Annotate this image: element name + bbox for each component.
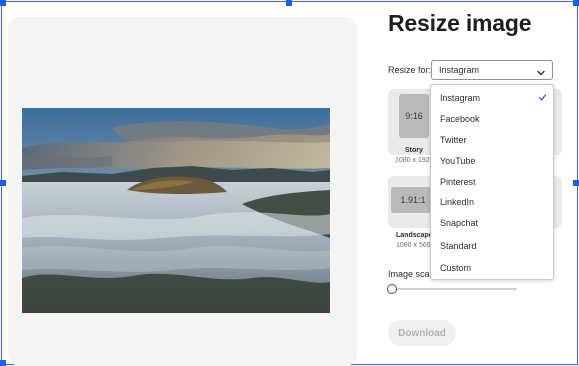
preset-thumb-landscape: 1.91:1	[391, 187, 435, 213]
preset-dims: 1080 x 1920	[395, 157, 434, 164]
image-scale-slider-track[interactable]	[397, 288, 517, 290]
resize-handle-bottom-left[interactable]	[0, 360, 6, 366]
menu-item-label: YouTube	[440, 156, 476, 166]
menu-item-facebook[interactable]: Facebook	[431, 110, 553, 128]
menu-item-label: Snapchat	[440, 218, 479, 228]
menu-item-snapchat[interactable]: Snapchat	[431, 214, 553, 232]
menu-item-standard[interactable]: Standard	[431, 237, 553, 255]
chevron-down-icon	[536, 65, 546, 83]
preview-image	[22, 108, 330, 313]
resize-handle-right[interactable]	[573, 180, 579, 186]
resize-for-label: Resize for:	[388, 65, 432, 75]
panel-title: Resize image	[388, 10, 532, 36]
menu-item-label: Standard	[440, 241, 477, 251]
menu-item-pinterest[interactable]: Pinterest	[431, 173, 553, 191]
menu-item-label: LinkedIn	[440, 197, 475, 207]
resize-handle-top-left[interactable]	[0, 0, 6, 6]
menu-item-label: Facebook	[440, 114, 480, 124]
menu-item-label: Custom	[440, 263, 472, 273]
menu-item-custom[interactable]: Custom	[431, 259, 553, 277]
menu-item-label: Twitter	[440, 135, 467, 145]
checkmark-icon	[538, 93, 547, 104]
menu-item-label: Instagram	[440, 93, 481, 103]
preset-label: Story	[405, 147, 423, 154]
resize-for-select[interactable]: Instagram	[431, 60, 553, 80]
menu-item-youtube[interactable]: YouTube	[431, 152, 553, 170]
resize-for-dropdown-menu: Instagram Facebook Twitter YouTube Pinte…	[430, 84, 554, 280]
preset-ratio: 9:16	[405, 111, 423, 121]
resize-handle-top[interactable]	[286, 0, 292, 6]
menu-item-linkedin[interactable]: LinkedIn	[431, 193, 553, 211]
download-button[interactable]: Download	[388, 320, 456, 346]
resize-for-value: Instagram	[439, 65, 480, 75]
menu-item-label: Pinterest	[440, 177, 476, 187]
menu-item-instagram[interactable]: Instagram	[431, 89, 553, 107]
image-scale-slider-thumb[interactable]	[387, 284, 397, 294]
preset-ratio: 1.91:1	[400, 195, 426, 205]
preset-label: Landscape	[396, 232, 433, 239]
menu-item-twitter[interactable]: Twitter	[431, 131, 553, 149]
resize-handle-top-right[interactable]	[573, 0, 579, 6]
preset-thumb-story: 9:16	[399, 94, 429, 138]
resize-handle-left[interactable]	[0, 180, 6, 186]
preset-dims: 1080 x 566	[396, 242, 431, 249]
